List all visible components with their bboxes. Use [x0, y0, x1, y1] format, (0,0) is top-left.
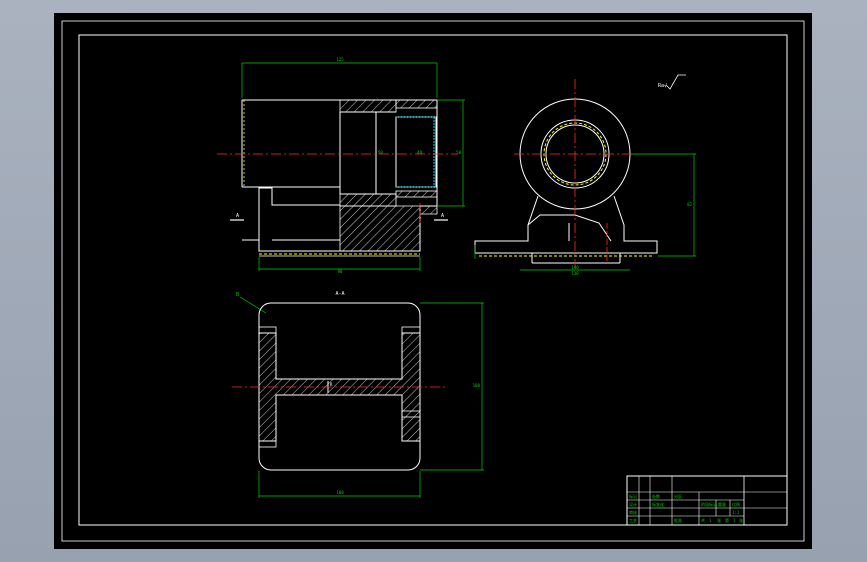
tb-mid-label-2: 标准化 — [652, 501, 664, 507]
leader-line — [239, 296, 267, 314]
dim-bottom-height: 100 — [473, 383, 481, 388]
dim-right-height-b: 50 — [456, 150, 461, 155]
hatch-right-cap-bottom — [395, 190, 438, 198]
hatch-bottom-wall — [339, 193, 397, 207]
tb-mid-label-3: 批准 — [674, 517, 682, 523]
tb-row-label-1: 设计 — [629, 501, 637, 507]
hatch-web — [339, 205, 438, 252]
title-block: 标记 设计 审核 工艺 处数 分区 标准化 批准 阶段标记 重量 比例 1:1 … — [626, 475, 788, 526]
dim-inner-height: 50 — [378, 150, 383, 155]
pedestal — [474, 195, 658, 254]
bottom-view-label: B — [236, 292, 239, 298]
front-section-view: 125 50 40 50 90 A A — [217, 57, 465, 274]
roughness-note: Ra√ — [658, 83, 667, 89]
dim-bottom-width: 100 — [336, 490, 344, 495]
dim-right-height-a: 40 — [417, 150, 422, 155]
i-beam-flange-left — [258, 326, 277, 334]
hatch-right-cap — [395, 99, 438, 109]
section-mark-right: A — [441, 213, 444, 219]
roughness-symbol — [665, 74, 686, 90]
outer-frame — [61, 20, 805, 542]
cad-drawing: 125 50 40 50 90 A A 82 140 130 Ra√ A-A B… — [61, 20, 805, 542]
tb-bottom-label-1: 张 — [717, 517, 721, 523]
tb-row-label-3: 工艺 — [629, 518, 637, 523]
tb-stage-label-2: 比例 — [732, 501, 740, 507]
tb-bottom-label-3: 张 — [739, 517, 743, 523]
tb-bottom-label-2: 第 — [725, 517, 729, 523]
dim-base-width: 90 — [338, 269, 343, 274]
tb-stage-label-1: 重量 — [718, 501, 726, 507]
bearing-seat — [395, 116, 437, 188]
dim-side-bottom-width: 130 — [571, 271, 579, 276]
dim-side-height: 82 — [687, 202, 692, 207]
section-mark-left: A — [236, 213, 239, 219]
drawing-sheet: 125 50 40 50 90 A A 82 140 130 Ra√ A-A B… — [54, 13, 812, 549]
dim-top-width: 125 — [336, 57, 344, 62]
left-boss — [258, 187, 340, 240]
tb-mid-label-0: 处数 — [652, 493, 660, 499]
dim-side-base-width: 140 — [571, 265, 579, 270]
title-block-frame — [626, 475, 788, 526]
tb-scale-value: 1:1 — [732, 510, 740, 515]
tb-row-label-2: 审核 — [629, 509, 637, 515]
tb-mid-label-1: 分区 — [674, 493, 682, 499]
i-beam-flange-left-b — [258, 440, 277, 448]
section-aa-view: A-A B R 100 100 — [232, 291, 484, 498]
tb-bottom-label-0: 共 — [701, 517, 705, 523]
side-view: 82 140 130 Ra√ — [474, 74, 696, 276]
tb-row-label-0: 标记 — [629, 493, 637, 499]
tb-sheet-count-a: 1 — [709, 518, 712, 523]
hatch-top-wall — [339, 99, 397, 113]
inner-frame — [78, 34, 788, 526]
section-title: A-A — [335, 291, 344, 297]
i-beam-flange-right — [401, 326, 421, 334]
tb-sheet-count-b: 1 — [733, 518, 736, 523]
tb-stage-label-0: 阶段标记 — [701, 501, 717, 507]
